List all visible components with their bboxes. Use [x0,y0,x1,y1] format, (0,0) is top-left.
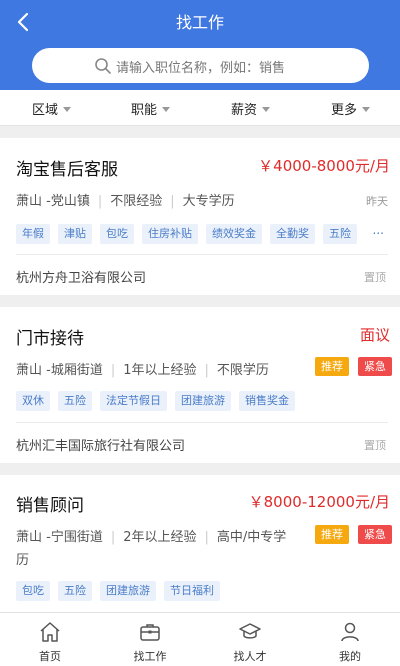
job-tag: 法定节假日 [100,391,167,411]
tab-label: 首页 [39,650,61,663]
job-salary: 面议 [359,326,390,344]
graduation-cap-icon [239,623,261,639]
job-tags: 双休 五险 法定节假日 团建旅游 销售奖金 [16,389,388,411]
urgent-badge: 紧急 [358,357,392,376]
job-meta: 萧山 -党山镇 | 不限经验 | 大专学历 [16,194,235,209]
job-education: 不限学历 [216,363,269,378]
job-card[interactable]: 门市接待 面议 萧山 -城厢街道 | 1年以上经验 | 不限学历 推荐 紧急 双休 五险法… [0,307,400,463]
job-location: 萧山 -宁围街道 [16,530,103,545]
job-card[interactable]: 销售顾问 ￥8000-12000元/月 萧山 -宁围街道 | 2年以上经验 | 高中/中… [0,475,400,612]
job-card[interactable]: 淘宝售后客服 ￥4000-8000元/月 萧山 -党山镇 | 不限经验 | 大专学历 昨… [0,138,400,295]
caret-down-icon [63,107,72,112]
job-tag: 年假 [16,224,50,244]
filter-label: 职能 [131,103,158,118]
tab-find-talent[interactable]: 找人才 [200,613,300,666]
app-header: 找工作 请输入职位名称，例如：销售 [0,0,400,90]
search-input[interactable]: 请输入职位名称，例如：销售 [32,48,369,83]
job-experience: 2年以上经验 [123,530,197,545]
job-title: 淘宝售后客服 [16,160,118,180]
job-tag: 包吃 [100,224,134,244]
job-salary: ￥4000-8000元/月 [258,157,390,175]
job-tag: 销售奖金 [239,391,295,411]
filter-label: 薪资 [231,103,258,118]
search-icon [95,58,111,74]
recommend-badge: 推荐 [315,525,349,544]
job-location: 萧山 -城厢街道 [16,363,103,378]
tags-more: ... [372,223,384,237]
search-placeholder: 请输入职位名称，例如：销售 [116,61,286,76]
job-tag: 全勤奖 [270,224,315,244]
job-tag: 团建旅游 [100,581,156,601]
pin-label: 置顶 [364,271,386,284]
caret-down-icon [362,107,371,112]
job-tags: 年假 津贴 包吃 住房补贴 绩效奖金 全勤奖 五险 [16,222,388,244]
caret-down-icon [162,107,171,112]
tab-find-job[interactable]: 找工作 [100,613,200,666]
filter-salary[interactable]: 薪资 [231,99,271,118]
job-tag: 津贴 [58,224,92,244]
divider [16,254,388,255]
tab-home[interactable]: 首页 [0,613,100,666]
divider [16,422,388,423]
job-posted-time: 昨天 [366,195,388,208]
job-education: 高中/中专学 [216,530,287,545]
pin-label: 置顶 [364,439,386,452]
job-experience: 1年以上经验 [123,363,197,378]
filter-label: 区域 [32,103,59,118]
caret-down-icon [262,107,271,112]
company-name: 杭州汇丰国际旅行社有限公司 [16,439,186,454]
company-name: 杭州方舟卫浴有限公司 [16,271,147,286]
job-meta: 萧山 -城厢街道 | 1年以上经验 | 不限学历 [16,363,269,378]
recommend-badge: 推荐 [315,357,349,376]
filter-more[interactable]: 更多 [331,99,371,118]
filter-label: 更多 [331,103,358,118]
job-meta: 萧山 -宁围街道 | 2年以上经验 | 高中/中专学 [16,530,287,545]
filter-region[interactable]: 区域 [32,99,72,118]
filter-bar: 区域 职能 薪资 更多 [0,90,400,126]
tab-label: 找人才 [233,650,267,663]
tab-mine[interactable]: 我的 [300,613,400,666]
home-icon [40,622,60,642]
job-education: 大专学历 [182,194,235,209]
job-tag: 团建旅游 [175,391,231,411]
job-title: 门市接待 [16,329,84,349]
job-tag: 五险 [323,224,357,244]
job-tag: 节日福利 [164,581,220,601]
page-title: 找工作 [175,13,224,32]
job-tag: 五险 [58,581,92,601]
bottom-tab-bar: 首页 找工作 找人才 我的 [0,612,400,666]
user-icon [341,622,359,642]
job-education-wrap: 历 [16,553,30,568]
briefcase-icon [140,624,160,641]
job-location: 萧山 -党山镇 [16,194,90,209]
job-experience: 不限经验 [110,194,163,209]
job-tag: 双休 [16,391,50,411]
filter-function[interactable]: 职能 [131,99,171,118]
job-tags: 包吃 五险 团建旅游 节日福利 [16,579,388,601]
job-tag: 住房补贴 [142,224,198,244]
job-salary: ￥8000-12000元/月 [248,493,390,511]
job-title: 销售顾问 [16,496,84,516]
tab-label: 我的 [339,650,361,663]
job-tag: 绩效奖金 [206,224,262,244]
urgent-badge: 紧急 [358,525,392,544]
tab-label: 找工作 [133,650,167,663]
job-tag: 五险 [58,391,92,411]
job-tag: 包吃 [16,581,50,601]
